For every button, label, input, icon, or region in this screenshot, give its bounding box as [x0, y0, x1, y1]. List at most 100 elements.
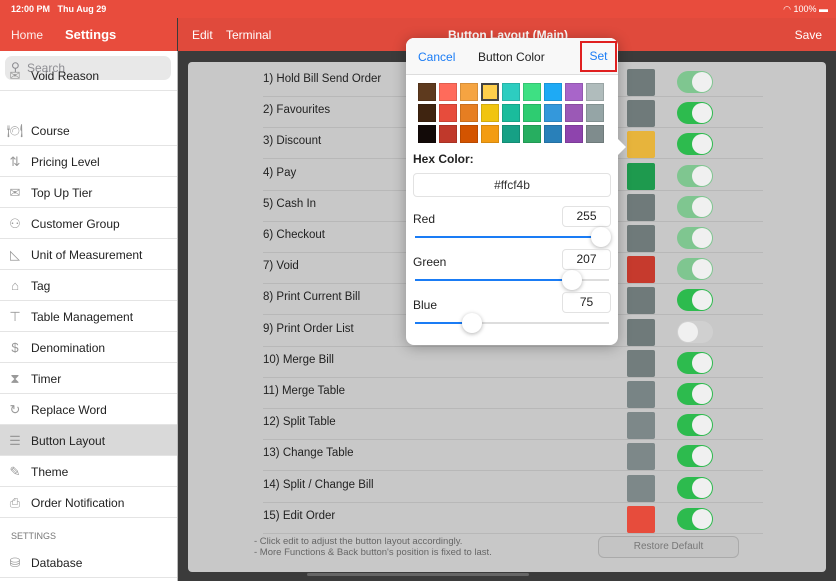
- sidebar-item-label: Table Management: [31, 310, 134, 324]
- cancel-button[interactable]: Cancel: [418, 50, 455, 64]
- color-swatch[interactable]: [439, 125, 457, 143]
- sidebar-icon: ✎: [9, 464, 21, 479]
- visibility-toggle[interactable]: [677, 445, 713, 468]
- layout-row[interactable]: 14) Split / Change Bill: [263, 472, 763, 503]
- color-swatch[interactable]: [502, 83, 520, 101]
- color-swatch[interactable]: [523, 83, 541, 101]
- visibility-toggle[interactable]: [677, 351, 713, 374]
- row-label: 5) Cash In: [263, 197, 317, 210]
- color-swatch[interactable]: [523, 125, 541, 143]
- channel-value-input[interactable]: 255: [562, 206, 611, 227]
- visibility-toggle[interactable]: [677, 102, 713, 125]
- color-swatch[interactable]: [544, 125, 562, 143]
- color-swatch-button[interactable]: [627, 505, 655, 533]
- color-swatch-button[interactable]: [627, 474, 655, 502]
- restore-default-button[interactable]: Restore Default: [598, 536, 739, 558]
- visibility-toggle[interactable]: [677, 195, 713, 218]
- color-swatch-button[interactable]: [627, 412, 655, 440]
- sidebar-item-void-reason[interactable]: ✉ Void Reason: [0, 68, 177, 91]
- sidebar-item-customer-group[interactable]: ⚇ Customer Group: [0, 208, 177, 239]
- color-swatch[interactable]: [481, 83, 499, 101]
- color-swatch[interactable]: [586, 125, 604, 143]
- sidebar-item-button-layout[interactable]: ☰ Button Layout: [0, 425, 177, 456]
- color-swatch-button[interactable]: [627, 381, 655, 408]
- color-swatch-button[interactable]: [627, 287, 655, 315]
- home-button[interactable]: Home: [11, 28, 43, 42]
- channel-value-input[interactable]: 75: [562, 292, 611, 313]
- color-swatch[interactable]: [502, 104, 520, 122]
- color-swatch[interactable]: [502, 125, 520, 143]
- hex-input[interactable]: #ffcf4b: [413, 173, 611, 197]
- set-button[interactable]: Set: [580, 41, 617, 72]
- channel-slider[interactable]: [415, 313, 609, 333]
- visibility-toggle[interactable]: [677, 133, 713, 156]
- sidebar-item-tag[interactable]: ⌂ Tag: [0, 270, 177, 301]
- color-swatch[interactable]: [481, 125, 499, 143]
- layout-row[interactable]: 11) Merge Table: [263, 378, 763, 409]
- sidebar-item-top-up-tier[interactable]: ✉ Top Up Tier: [0, 177, 177, 208]
- color-swatch[interactable]: [586, 83, 604, 101]
- visibility-toggle[interactable]: [677, 289, 713, 312]
- color-swatch[interactable]: [544, 83, 562, 101]
- color-swatch-button[interactable]: [627, 443, 655, 471]
- visibility-toggle[interactable]: [677, 507, 713, 530]
- layout-row[interactable]: 12) Split Table: [263, 409, 763, 441]
- visibility-toggle[interactable]: [677, 383, 713, 405]
- color-swatch[interactable]: [523, 104, 541, 122]
- sidebar-item-replace-word[interactable]: ↻ Replace Word: [0, 394, 177, 425]
- slider-thumb[interactable]: [591, 227, 612, 247]
- layout-row[interactable]: 10) Merge Bill: [263, 347, 763, 378]
- sidebar-item-theme[interactable]: ✎ Theme: [0, 456, 177, 487]
- color-swatch[interactable]: [439, 104, 457, 122]
- sidebar-item-pricing-level[interactable]: ⇅ Pricing Level: [0, 146, 177, 177]
- sidebar-item-timer[interactable]: ⧗ Timer: [0, 363, 177, 394]
- color-swatch[interactable]: [418, 104, 436, 122]
- color-swatch[interactable]: [460, 104, 478, 122]
- color-swatch-button[interactable]: [627, 193, 655, 221]
- color-swatch-button[interactable]: [627, 256, 655, 284]
- sidebar-item-denomination[interactable]: $ Denomination: [0, 332, 177, 363]
- sidebar-item-unit-of-measurement[interactable]: ◺ Unit of Measurement: [0, 239, 177, 270]
- color-swatch[interactable]: [418, 83, 436, 101]
- visibility-toggle[interactable]: [677, 71, 713, 93]
- channel-slider[interactable]: [415, 270, 609, 290]
- layout-row[interactable]: 13) Change Table: [263, 440, 763, 472]
- color-swatch[interactable]: [418, 125, 436, 143]
- sidebar-item-course[interactable]: 🍽 Course: [0, 115, 177, 146]
- visibility-toggle[interactable]: [677, 227, 713, 249]
- edit-button[interactable]: Edit: [192, 28, 213, 42]
- row-label: 2) Favourites: [263, 104, 331, 117]
- color-swatch-button[interactable]: [627, 162, 655, 190]
- slider-thumb[interactable]: [562, 270, 583, 290]
- color-swatch[interactable]: [481, 104, 499, 122]
- visibility-toggle[interactable]: [677, 476, 713, 499]
- layout-row[interactable]: 15) Edit Order: [263, 503, 763, 534]
- color-swatch[interactable]: [565, 125, 583, 143]
- color-swatch-button[interactable]: [627, 318, 655, 346]
- visibility-toggle[interactable]: [677, 164, 713, 187]
- color-swatch[interactable]: [460, 125, 478, 143]
- color-swatch[interactable]: [439, 83, 457, 101]
- slider-thumb[interactable]: [462, 313, 483, 333]
- visibility-toggle[interactable]: [677, 258, 713, 281]
- visibility-toggle[interactable]: [677, 320, 713, 343]
- sidebar-item-database[interactable]: ⛁ Database: [0, 547, 177, 578]
- color-swatch[interactable]: [460, 83, 478, 101]
- terminal-button[interactable]: Terminal: [226, 28, 271, 42]
- channel-slider[interactable]: [415, 227, 612, 247]
- color-swatch-button[interactable]: [627, 69, 655, 96]
- color-swatch[interactable]: [544, 104, 562, 122]
- color-swatch[interactable]: [565, 83, 583, 101]
- row-label: 13) Change Table: [263, 447, 354, 460]
- sidebar-item-table-management[interactable]: ⊤ Table Management: [0, 301, 177, 332]
- color-swatch-button[interactable]: [627, 225, 655, 252]
- channel-value-input[interactable]: 207: [562, 249, 611, 270]
- sidebar-item-order-notification[interactable]: ⎙ Order Notification: [0, 487, 177, 518]
- visibility-toggle[interactable]: [677, 414, 713, 437]
- color-swatch[interactable]: [586, 104, 604, 122]
- color-swatch-button[interactable]: [627, 131, 655, 159]
- color-swatch-button[interactable]: [627, 100, 655, 128]
- color-swatch[interactable]: [565, 104, 583, 122]
- color-swatch-button[interactable]: [627, 349, 655, 377]
- save-button[interactable]: Save: [795, 28, 822, 42]
